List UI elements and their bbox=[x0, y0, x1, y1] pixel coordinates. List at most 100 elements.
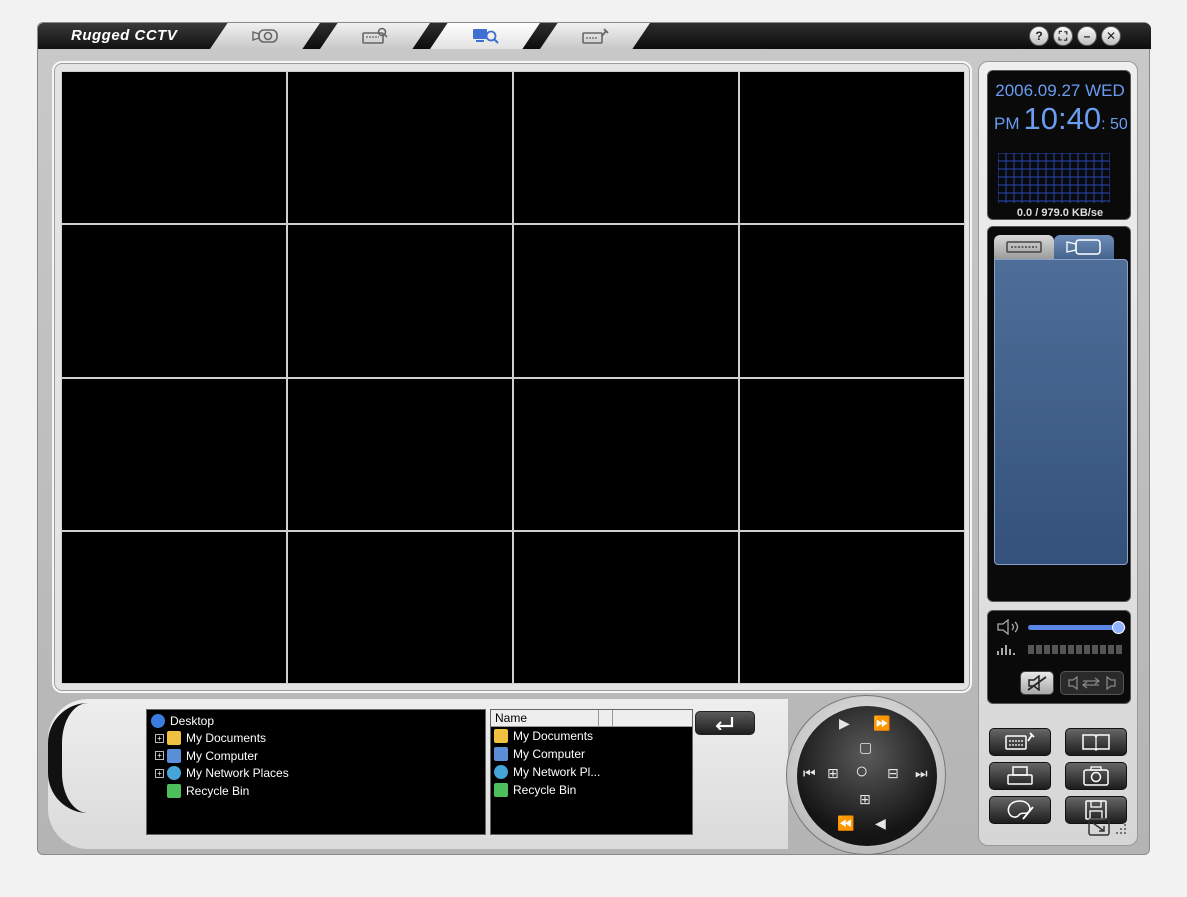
video-channel-11[interactable] bbox=[514, 378, 738, 530]
bottom-panel-edge bbox=[48, 703, 94, 813]
two-way-audio-button[interactable] bbox=[1060, 671, 1124, 695]
level-segment bbox=[1092, 645, 1098, 654]
video-channel-5[interactable] bbox=[62, 225, 286, 377]
tree-item-label: My Documents bbox=[186, 731, 267, 746]
recycle-bin-icon bbox=[167, 783, 181, 798]
camera-icon bbox=[1066, 239, 1101, 255]
app-title: Rugged CCTV bbox=[38, 23, 228, 49]
folder-icon bbox=[494, 729, 508, 743]
skip-forward-button[interactable]: ⏭ bbox=[915, 766, 928, 780]
video-channel-14[interactable] bbox=[288, 531, 512, 683]
video-channel-9[interactable] bbox=[62, 378, 286, 530]
video-channel-7[interactable] bbox=[514, 225, 738, 377]
title-bar: Rugged CCTV ? ⛶ – ✕ bbox=[38, 23, 1151, 49]
video-channel-4[interactable] bbox=[740, 72, 964, 224]
tree-item-recycle-bin[interactable]: Recycle Bin bbox=[151, 782, 481, 800]
video-channel-15[interactable] bbox=[514, 531, 738, 683]
list-item[interactable]: Recycle Bin bbox=[491, 781, 692, 799]
column-extra[interactable] bbox=[613, 710, 692, 726]
expand-icon[interactable]: + bbox=[155, 768, 164, 778]
network-rate: 0.0 / 979.0 KB/se bbox=[1016, 207, 1104, 219]
level-segment bbox=[1028, 645, 1034, 654]
log-book-button[interactable] bbox=[1065, 728, 1127, 756]
quad-view-icon[interactable]: ⊞ bbox=[827, 766, 839, 780]
tab-dvr-list[interactable] bbox=[994, 235, 1054, 259]
tree-item-label: Recycle Bin bbox=[186, 783, 250, 798]
recycle-bin-icon bbox=[494, 783, 508, 797]
expand-icon[interactable]: + bbox=[155, 733, 164, 743]
file-list-header: Name bbox=[491, 710, 692, 727]
skip-back-button[interactable]: ⏮ bbox=[803, 766, 816, 780]
video-channel-13[interactable] bbox=[62, 531, 286, 683]
list-item[interactable]: My Network Pl... bbox=[491, 763, 692, 781]
list-item[interactable]: My Computer bbox=[491, 745, 692, 763]
tab-live-view[interactable] bbox=[210, 23, 320, 49]
video-channel-3[interactable] bbox=[514, 72, 738, 224]
resize-grip-icon[interactable] bbox=[1087, 817, 1127, 837]
list-item-label: My Documents bbox=[513, 729, 594, 743]
stop-button[interactable]: ○ bbox=[855, 760, 868, 782]
app-window: Rugged CCTV ? ⛶ – ✕ Desktop + My Documen… bbox=[37, 22, 1151, 855]
mute-button[interactable] bbox=[1020, 671, 1054, 695]
snapshot-button[interactable] bbox=[1065, 762, 1127, 790]
desktop-icon bbox=[151, 713, 165, 728]
single-view-icon[interactable]: ▢ bbox=[859, 740, 872, 754]
tab-setup[interactable] bbox=[540, 23, 650, 49]
tab-network[interactable] bbox=[430, 23, 540, 49]
camera-panel bbox=[987, 226, 1131, 602]
search-keyboard-icon bbox=[362, 27, 388, 44]
split-view-icon[interactable]: ⊟ bbox=[887, 766, 899, 780]
tab-camera-list[interactable] bbox=[1054, 235, 1114, 259]
volume-slider-knob[interactable] bbox=[1112, 621, 1126, 634]
list-item-label: My Computer bbox=[513, 747, 586, 761]
playback-dial: ▶ ⏩ ▢ ⏮ ⊞ ○ ⊟ ⏭ ⊞ ⏪ ◀ bbox=[786, 695, 946, 855]
level-segment bbox=[1084, 645, 1090, 654]
device-settings-button[interactable] bbox=[989, 728, 1051, 756]
grid-view-icon[interactable]: ⊞ bbox=[859, 792, 871, 806]
list-item[interactable]: My Documents bbox=[491, 727, 692, 745]
column-divider[interactable] bbox=[599, 710, 613, 726]
video-channel-8[interactable] bbox=[740, 225, 964, 377]
camera-list[interactable] bbox=[994, 259, 1128, 565]
expand-icon[interactable]: + bbox=[155, 751, 164, 761]
video-channel-6[interactable] bbox=[288, 225, 512, 377]
fullscreen-button[interactable]: ⛶ bbox=[1053, 26, 1073, 46]
tree-item-desktop[interactable]: Desktop bbox=[151, 712, 481, 730]
level-segment bbox=[1100, 645, 1106, 654]
video-grid bbox=[61, 71, 965, 684]
tree-item-my-computer[interactable]: + My Computer bbox=[151, 747, 481, 765]
file-list[interactable]: Name My Documents My Computer My Network… bbox=[490, 709, 693, 835]
minimize-button[interactable]: – bbox=[1077, 26, 1097, 46]
enter-icon bbox=[715, 717, 734, 730]
close-button[interactable]: ✕ bbox=[1101, 26, 1121, 46]
fast-forward-button[interactable]: ⏩ bbox=[873, 716, 890, 730]
tree-item-my-documents[interactable]: + My Documents bbox=[151, 730, 481, 748]
play-button[interactable]: ▶ bbox=[839, 716, 850, 730]
reverse-play-button[interactable]: ◀ bbox=[875, 816, 886, 830]
settings-device-icon bbox=[582, 28, 609, 44]
clock-hour-minute: 10:40 bbox=[1023, 101, 1102, 136]
folder-tree[interactable]: Desktop + My Documents + My Computer + M… bbox=[146, 709, 486, 835]
video-channel-10[interactable] bbox=[288, 378, 512, 530]
video-channel-12[interactable] bbox=[740, 378, 964, 530]
network-icon bbox=[494, 765, 508, 779]
video-channel-16[interactable] bbox=[740, 531, 964, 683]
open-folder-button[interactable] bbox=[695, 711, 755, 735]
tree-item-label: My Network Places bbox=[186, 766, 289, 781]
tree-item-network-places[interactable]: + My Network Places bbox=[151, 765, 481, 783]
video-channel-1[interactable] bbox=[62, 72, 286, 224]
tree-item-label: My Computer bbox=[186, 748, 259, 763]
level-segment bbox=[1076, 645, 1082, 654]
tab-search[interactable] bbox=[320, 23, 430, 49]
camera-icon bbox=[252, 29, 278, 43]
video-channel-2[interactable] bbox=[288, 72, 512, 224]
print-button[interactable] bbox=[989, 762, 1051, 790]
help-button[interactable]: ? bbox=[1029, 26, 1049, 46]
color-settings-button[interactable] bbox=[989, 796, 1051, 824]
rewind-button[interactable]: ⏪ bbox=[837, 816, 854, 830]
network-icon bbox=[167, 766, 181, 781]
list-item-label: Recycle Bin bbox=[513, 783, 577, 797]
column-name[interactable]: Name bbox=[491, 710, 599, 726]
two-way-audio-icon bbox=[1068, 675, 1116, 691]
folder-icon bbox=[167, 731, 181, 746]
